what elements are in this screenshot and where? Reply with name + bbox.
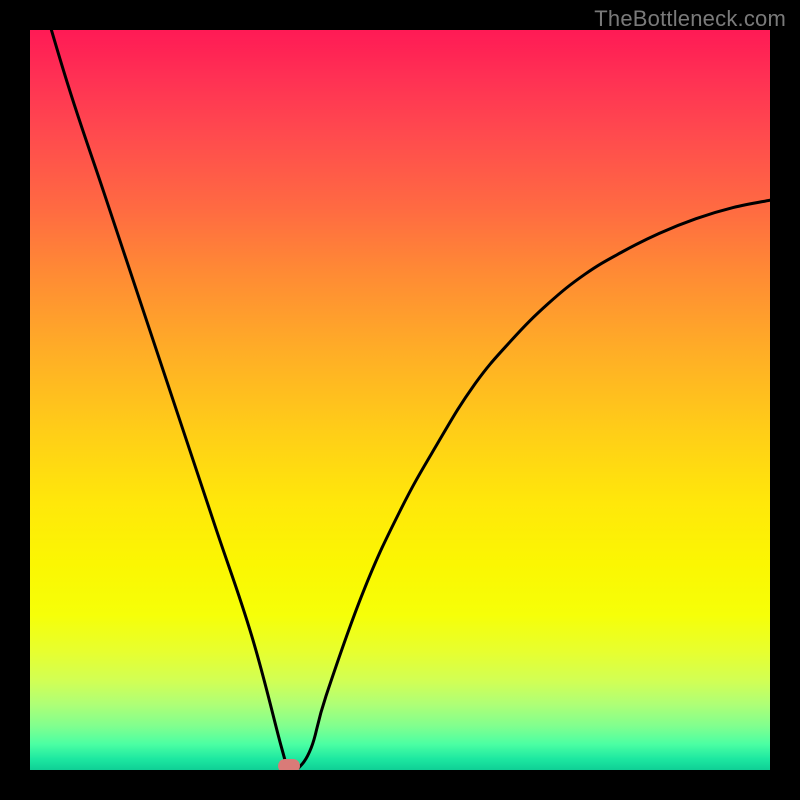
chart-container: TheBottleneck.com <box>0 0 800 800</box>
curve-svg <box>30 30 770 770</box>
plot-area <box>30 30 770 770</box>
bottleneck-curve <box>30 30 770 770</box>
minimum-marker <box>278 759 300 770</box>
watermark-text: TheBottleneck.com <box>594 6 786 32</box>
